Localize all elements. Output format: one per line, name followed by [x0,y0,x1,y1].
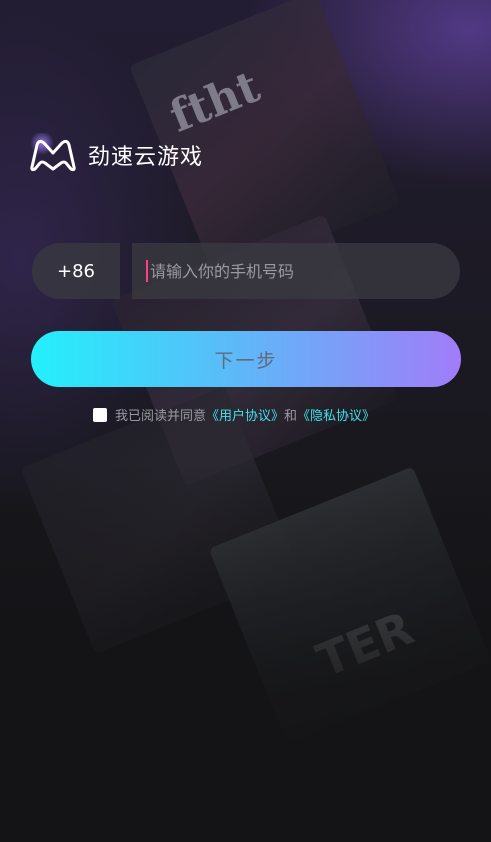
country-code-selector[interactable]: +86 [32,243,120,299]
next-step-button[interactable]: 下一步 [31,331,461,387]
field-separator [120,243,132,299]
user-agreement-link[interactable]: 《用户协议》 [206,405,284,424]
country-code-label: +86 [57,260,95,282]
brand-header: 劲速云游戏 [28,133,203,177]
privacy-agreement-link[interactable]: 《隐私协议》 [297,405,375,424]
phone-number-input[interactable] [150,261,410,281]
phone-field-wrapper[interactable] [132,243,460,299]
text-caret [146,260,148,282]
phone-login-row: +86 [32,243,460,299]
agree-checkbox[interactable] [93,407,107,422]
agreement-row: 我已阅读并同意 《用户协议》 和 《隐私协议》 [93,405,375,424]
app-logo-icon [30,133,76,172]
agreement-conjunction: 和 [284,409,298,424]
agreement-prefix: 我已阅读并同意 [115,409,207,424]
app-name: 劲速云游戏 [88,145,204,170]
